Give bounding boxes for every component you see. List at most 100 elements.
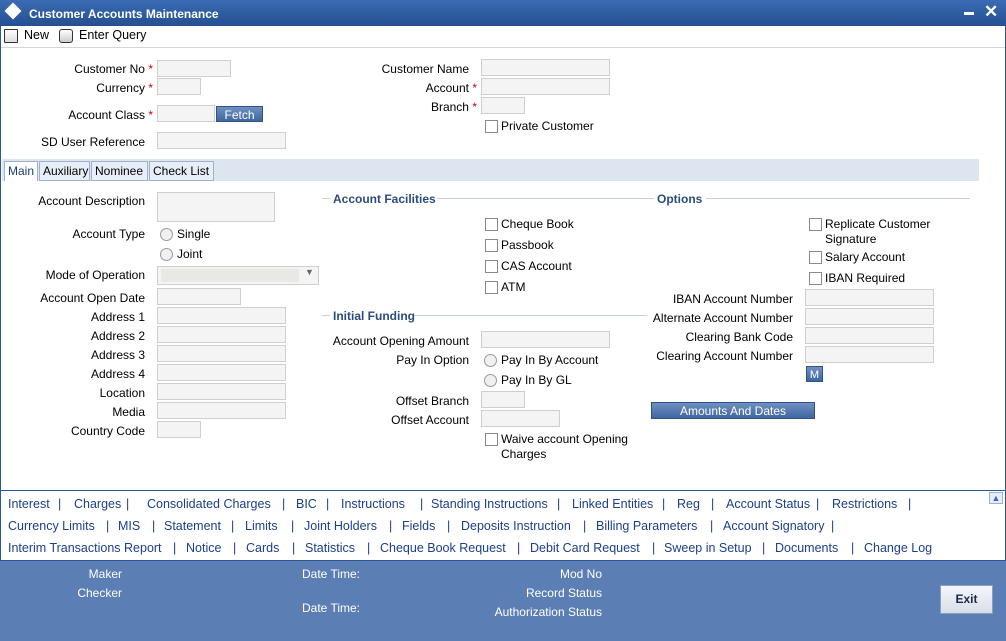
private-customer-checkbox[interactable]: [485, 120, 498, 133]
media-input[interactable]: [157, 402, 286, 419]
link-account-signatory[interactable]: Account Signatory: [723, 519, 824, 533]
account-open-date-input[interactable]: [157, 288, 241, 305]
replicate-customer-signature-checkbox[interactable]: [809, 218, 822, 231]
link-separator: |: [291, 519, 295, 533]
mode-of-operation-select[interactable]: ▼: [157, 266, 319, 285]
iban-required-checkbox[interactable]: [809, 272, 822, 285]
alternate-account-number-input[interactable]: [805, 308, 934, 325]
location-input[interactable]: [157, 383, 286, 400]
window-diamond-icon: [4, 2, 22, 20]
pay-in-option-label: Pay In Option: [396, 353, 469, 367]
fetch-button[interactable]: Fetch: [216, 106, 263, 122]
amounts-and-dates-button[interactable]: Amounts And Dates: [651, 402, 815, 419]
link-change-log[interactable]: Change Log: [864, 541, 932, 555]
link-sweep-in-setup[interactable]: Sweep in Setup: [664, 541, 752, 555]
new-icon[interactable]: [4, 29, 18, 43]
atm-checkbox[interactable]: [485, 281, 498, 294]
link-separator: |: [152, 519, 156, 533]
new-button[interactable]: New: [24, 28, 49, 42]
offset-account-input[interactable]: [481, 410, 560, 427]
address2-input[interactable]: [157, 326, 286, 343]
tab-main[interactable]: Main: [4, 161, 38, 181]
exit-button[interactable]: Exit: [940, 585, 993, 614]
tab-nominee[interactable]: Nominee: [91, 161, 148, 181]
link-account-status[interactable]: Account Status: [726, 497, 810, 511]
iban-account-number-input[interactable]: [805, 289, 934, 306]
single-radio[interactable]: [160, 228, 173, 241]
waive-opening-charges-checkbox[interactable]: [485, 433, 498, 446]
link-limits[interactable]: Limits: [245, 519, 278, 533]
link-notice[interactable]: Notice: [186, 541, 221, 555]
country-code-input[interactable]: [157, 421, 201, 438]
customer-no-input[interactable]: [157, 60, 231, 77]
record-status-label: Record Status: [525, 586, 602, 600]
link-charges[interactable]: Charges: [74, 497, 121, 511]
passbook-checkbox[interactable]: [485, 239, 498, 252]
enter-query-button[interactable]: Enter Query: [79, 28, 146, 42]
joint-radio[interactable]: [160, 248, 173, 261]
minimize-icon[interactable]: [964, 12, 974, 15]
tab-auxiliary[interactable]: Auxiliary: [39, 161, 90, 181]
pay-in-by-account-radio[interactable]: [484, 354, 497, 367]
replicate-customer-signature-label-line2: Signature: [825, 232, 877, 246]
mod-no-label: Mod No: [559, 567, 602, 581]
link-separator: |: [908, 497, 912, 511]
link-interim-transactions-report[interactable]: Interim Transactions Report: [8, 541, 162, 555]
enter-query-icon[interactable]: [59, 29, 73, 43]
customer-name-input[interactable]: [481, 59, 610, 76]
link-reg[interactable]: Reg: [677, 497, 700, 511]
customer-no-label: Customer No *: [74, 62, 153, 76]
scroll-up-icon[interactable]: ▲: [989, 492, 1003, 504]
account-class-input[interactable]: [157, 105, 215, 122]
address4-input[interactable]: [157, 364, 286, 381]
account-input[interactable]: [481, 78, 610, 95]
cas-account-checkbox[interactable]: [485, 260, 498, 273]
sd-user-reference-input[interactable]: [157, 132, 286, 149]
authorization-status-label: Authorization Status: [494, 605, 602, 619]
address4-label: Address 4: [90, 367, 145, 381]
window-title-bar: Customer Accounts Maintenance ✕: [0, 0, 1006, 26]
clearing-account-number-input[interactable]: [805, 346, 934, 363]
link-deposits-instruction[interactable]: Deposits Instruction: [461, 519, 571, 533]
country-code-label: Country Code: [70, 424, 145, 438]
address3-input[interactable]: [157, 345, 286, 362]
link-debit-card-request[interactable]: Debit Card Request: [530, 541, 640, 555]
link-instructions[interactable]: Instructions: [341, 497, 405, 511]
offset-branch-input[interactable]: [481, 391, 525, 408]
account-description-input[interactable]: [157, 192, 275, 222]
link-interest[interactable]: Interest: [8, 497, 50, 511]
link-bic[interactable]: BIC: [296, 497, 317, 511]
link-standing-instructions[interactable]: Standing Instructions: [431, 497, 548, 511]
link-cards[interactable]: Cards: [246, 541, 279, 555]
maker-date-time-label: Date Time:: [302, 567, 361, 581]
link-joint-holders[interactable]: Joint Holders: [304, 519, 377, 533]
link-separator: |: [106, 519, 110, 533]
link-documents[interactable]: Documents: [775, 541, 838, 555]
link-separator: |: [58, 497, 62, 511]
link-mis[interactable]: MIS: [118, 519, 140, 533]
link-cheque-book-request[interactable]: Cheque Book Request: [380, 541, 506, 555]
tab-check-list[interactable]: Check List: [149, 161, 214, 181]
cheque-book-checkbox[interactable]: [485, 218, 498, 231]
maker-label: Maker: [88, 567, 122, 581]
link-currency-limits[interactable]: Currency Limits: [8, 519, 95, 533]
link-restrictions[interactable]: Restrictions: [832, 497, 897, 511]
account-opening-amount-input[interactable]: [481, 331, 610, 348]
m-button[interactable]: M: [806, 366, 823, 382]
link-consolidated-charges[interactable]: Consolidated Charges: [147, 497, 271, 511]
pay-in-by-gl-radio[interactable]: [484, 374, 497, 387]
clearing-bank-code-input[interactable]: [805, 327, 934, 344]
link-statement[interactable]: Statement: [164, 519, 221, 533]
link-fields[interactable]: Fields: [402, 519, 435, 533]
close-icon[interactable]: ✕: [984, 2, 998, 22]
media-label: Media: [112, 405, 145, 419]
salary-account-checkbox[interactable]: [809, 251, 822, 264]
currency-input[interactable]: [157, 78, 201, 95]
link-statistics[interactable]: Statistics: [305, 541, 355, 555]
link-linked-entities[interactable]: Linked Entities: [572, 497, 653, 511]
link-billing-parameters[interactable]: Billing Parameters: [596, 519, 697, 533]
address2-label: Address 2: [90, 329, 145, 343]
branch-input[interactable]: [481, 97, 525, 114]
link-separator: |: [816, 497, 820, 511]
address1-input[interactable]: [157, 307, 286, 324]
